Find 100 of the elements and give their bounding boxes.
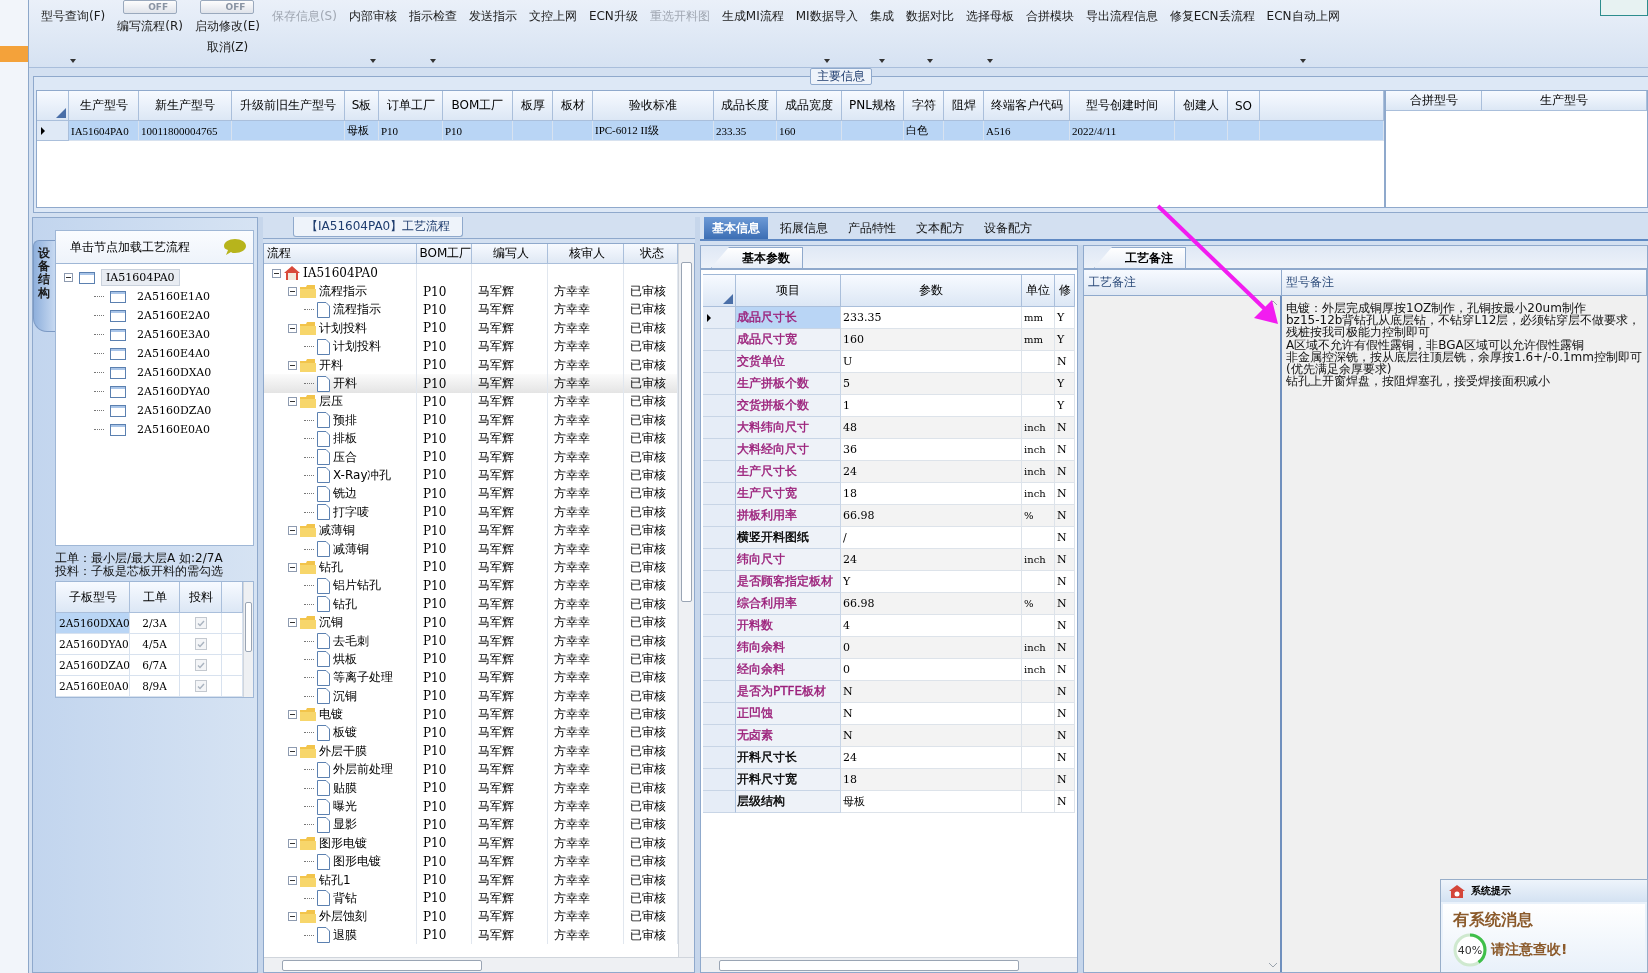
scrollbar[interactable] — [243, 582, 253, 698]
tree-node[interactable]: 2A5160DYA0 — [132, 383, 216, 400]
checkbox[interactable] — [194, 680, 207, 693]
tab[interactable]: 文本配方 — [908, 217, 972, 239]
collapse-icon[interactable] — [272, 268, 281, 278]
column-header[interactable]: PNL规格 — [842, 91, 904, 121]
tab[interactable]: 拓展信息 — [772, 217, 836, 239]
collapse-icon[interactable] — [288, 912, 297, 922]
table-cell[interactable]: 2A5160DYA0 — [56, 634, 130, 656]
toolbar-button[interactable]: 生成MI流程 — [715, 0, 790, 67]
collapse-icon[interactable] — [64, 273, 73, 282]
column-header[interactable]: 板厚 — [513, 91, 553, 121]
toolbar-button[interactable]: 型号查询(F) — [35, 0, 112, 67]
row-header[interactable] — [703, 395, 736, 417]
tab[interactable]: 基本信息 — [704, 217, 768, 239]
tree-node[interactable]: 2A5160DXA0 — [132, 364, 217, 381]
tree-node[interactable]: 2A5160E3A0 — [132, 326, 215, 343]
column-header[interactable]: 投料 — [180, 582, 222, 614]
tree-node[interactable]: 2A5160DZA0 — [132, 402, 217, 419]
column-header[interactable]: 生产型号 — [69, 91, 139, 121]
row-header[interactable] — [703, 505, 736, 527]
collapse-icon[interactable] — [288, 618, 297, 628]
collapse-icon[interactable] — [288, 875, 297, 885]
column-header[interactable]: 成品宽度 — [777, 91, 842, 121]
column-header[interactable]: 编写人 — [472, 244, 548, 264]
column-header[interactable]: 订单工厂 — [379, 91, 443, 121]
toolbar-button[interactable]: MI数据导入 — [789, 0, 864, 67]
row-header[interactable] — [703, 461, 736, 483]
table-cell[interactable]: 2A5160E0A0 — [56, 676, 130, 698]
toolbar-button[interactable]: OFF 编写流程(R) — [111, 0, 189, 67]
collapse-icon[interactable] — [288, 746, 297, 756]
toolbar-button[interactable]: 集成 — [863, 0, 900, 67]
toolbar-button[interactable]: 导出流程信息 — [1079, 0, 1164, 67]
toolbar-button[interactable]: OFF 启动修改(E) 取消(Z) — [188, 0, 266, 67]
collapse-icon[interactable] — [288, 526, 297, 536]
column-header[interactable]: 状态 — [624, 244, 678, 264]
tab[interactable]: 设备配方 — [976, 217, 1040, 239]
column-header[interactable]: 修 — [1055, 275, 1075, 307]
scrollbar[interactable] — [264, 957, 694, 972]
row-header[interactable] — [703, 791, 736, 813]
column-header[interactable]: 子板型号 — [56, 582, 130, 614]
toolbar-button[interactable]: ECN升级 — [582, 0, 644, 67]
row-header[interactable] — [703, 329, 736, 351]
table-cell[interactable]: 2A5160DZA0 — [56, 655, 130, 677]
toolbar-button[interactable]: ECN自动上网 — [1260, 0, 1346, 67]
table-cell[interactable]: 2A5160DXA0 — [56, 613, 130, 635]
column-header[interactable]: 核审人 — [548, 244, 624, 264]
column-header[interactable]: 流程 — [264, 244, 417, 264]
column-header[interactable]: 新生产型号 — [139, 91, 232, 121]
tree-node[interactable]: 2A5160E1A0 — [132, 288, 215, 305]
row-header[interactable] — [703, 659, 736, 681]
collapse-icon[interactable] — [288, 710, 297, 720]
column-header[interactable]: 验收标准 — [593, 91, 714, 121]
checkbox[interactable] — [194, 617, 207, 630]
column-header[interactable]: SO — [1228, 91, 1260, 121]
column-header[interactable]: 成品长度 — [714, 91, 777, 121]
tab[interactable]: 基本参数 — [711, 247, 803, 268]
scroll-down-icon[interactable] — [1269, 963, 1277, 968]
column-header[interactable]: 工单 — [130, 582, 180, 614]
row-header[interactable] — [703, 637, 736, 659]
row-header[interactable] — [703, 593, 736, 615]
toolbar-button[interactable]: 内部审核 — [342, 0, 403, 67]
toolbar-button[interactable]: 指示检查 — [402, 0, 463, 67]
scrollbar[interactable] — [701, 957, 1077, 972]
checkbox[interactable] — [194, 638, 207, 651]
row-header[interactable] — [703, 703, 736, 725]
tab[interactable]: 产品特性 — [840, 217, 904, 239]
toolbar-button[interactable]: 合拼模块 — [1019, 0, 1080, 67]
row-header[interactable] — [703, 725, 736, 747]
checkbox[interactable] — [194, 659, 207, 672]
row-header[interactable] — [703, 769, 736, 791]
column-header[interactable]: 创建人 — [1175, 91, 1228, 121]
collapse-icon[interactable] — [288, 287, 297, 297]
row-header[interactable] — [703, 351, 736, 373]
scrollbar[interactable] — [678, 244, 694, 957]
tree-node[interactable]: 2A5160E2A0 — [132, 307, 215, 324]
column-header[interactable]: 参数 — [841, 275, 1022, 307]
tree-node[interactable]: 2A5160E0A0 — [132, 421, 215, 438]
toolbar-button[interactable]: 文控上网 — [522, 0, 583, 67]
collapse-icon[interactable] — [288, 397, 297, 407]
row-header[interactable] — [703, 549, 736, 571]
tab[interactable]: 工艺备注 — [1094, 247, 1186, 268]
row-header[interactable] — [703, 747, 736, 769]
row-header[interactable] — [37, 121, 69, 141]
row-header[interactable] — [703, 571, 736, 593]
row-header[interactable] — [703, 373, 736, 395]
column-header[interactable]: BOM工厂 — [417, 244, 472, 264]
side-tab[interactable]: 设备结构 — [33, 240, 55, 332]
row-header[interactable] — [703, 483, 736, 505]
toolbar-button[interactable]: 选择母板 — [959, 0, 1020, 67]
row-header[interactable] — [703, 417, 736, 439]
column-header[interactable]: 型号创建时间 — [1070, 91, 1175, 121]
column-header[interactable]: 合拼型号 — [1386, 91, 1482, 111]
row-header[interactable] — [703, 307, 736, 329]
column-header[interactable]: 单位 — [1022, 275, 1055, 307]
column-header[interactable]: 终端客户代码 — [984, 91, 1070, 121]
collapse-icon[interactable] — [288, 838, 297, 848]
collapse-icon[interactable] — [288, 562, 297, 572]
row-header[interactable] — [703, 527, 736, 549]
collapse-icon[interactable] — [288, 323, 297, 333]
